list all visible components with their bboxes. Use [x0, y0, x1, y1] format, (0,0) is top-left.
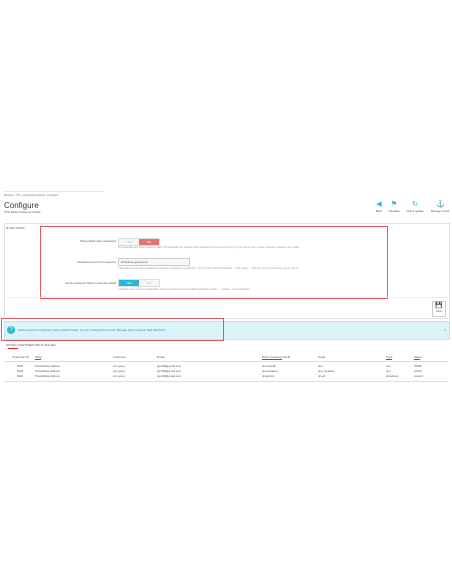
col-customer[interactable]: Customer	[113, 355, 126, 359]
breadcrumb-item-current: Configure	[47, 194, 59, 197]
move-fields-label: Move fields after password	[80, 239, 116, 243]
annotation-underline	[8, 348, 18, 349]
table-cell: 5902	[17, 364, 24, 368]
table-cell: dropd	[318, 374, 326, 378]
account-detail-label: Extra customer fields in account detail	[65, 281, 116, 285]
manage-hooks-label: Manage hooks	[430, 209, 450, 213]
header-divider	[4, 191, 104, 192]
table-cell: tgon99@gmail.com	[157, 374, 182, 378]
move-fields-help: On registration and guest checkout, plac…	[118, 246, 300, 249]
alert-highlight-box	[1, 318, 224, 341]
breadcrumb: Modules / TPC_extracustomerfields / Conf…	[4, 194, 59, 198]
page-title: Configure	[4, 201, 39, 210]
table-header-divider	[4, 361, 448, 362]
save-button[interactable]: 💾 Save	[432, 301, 446, 317]
table-cell: 5902	[17, 369, 24, 373]
table-cell: test	[318, 364, 323, 368]
account-detail-switch[interactable]: YES NO	[118, 279, 160, 287]
annotation-underline	[35, 359, 41, 360]
table-cell: test_textarea	[318, 369, 335, 373]
annotation-underline	[386, 359, 392, 360]
guest-form-selector-help: CSS selector of the guest registration c…	[118, 267, 299, 270]
table-cell: tom gong	[113, 364, 125, 368]
move-fields-switch[interactable]: YES NO	[118, 238, 160, 246]
table-cell: 22222	[414, 369, 422, 373]
table-cell: tom gong	[113, 369, 125, 373]
breadcrumb-item-module[interactable]: TPC_extracustomerfields	[16, 194, 45, 197]
col-code[interactable]: Code	[318, 355, 325, 359]
save-icon: 💾	[435, 303, 443, 309]
translate-button[interactable]: ⚑ Translate	[384, 201, 404, 213]
translate-label: Translate	[388, 209, 400, 213]
page-subtitle: TPC Extra Customer Fields	[4, 210, 41, 214]
guest-form-selector-label: Checkout guest form selector	[76, 260, 116, 264]
table-cell: PrestaShop Addons	[35, 374, 60, 378]
table-cell: 78185	[414, 364, 422, 368]
annotation-underline	[262, 359, 282, 360]
table-cell: PrestaShop Addons	[35, 364, 60, 368]
table-title: EXTRA CUSTOMER FIELD VALUES	[6, 343, 56, 347]
table-cell: text test 88	[262, 364, 276, 368]
check-update-label: Check update	[406, 209, 424, 213]
table-cell: select1	[414, 374, 423, 378]
switch-no[interactable]: NO	[139, 280, 159, 286]
table-cell: text	[386, 364, 391, 368]
table-cell: tgon99@gmail.com	[157, 364, 182, 368]
breadcrumb-item-modules[interactable]: Modules	[4, 194, 14, 197]
flag-icon: ⚑	[390, 201, 398, 208]
switch-no[interactable]: NO	[139, 239, 159, 245]
switch-yes[interactable]: YES	[119, 280, 139, 286]
annotation-underline	[414, 359, 420, 360]
table-cell: text	[386, 369, 391, 373]
table-cell: tgon99@gmail.com	[157, 369, 182, 373]
table-cell: dropdown	[262, 374, 275, 378]
panel-footer-divider	[4, 297, 448, 298]
refresh-icon: ↻	[412, 201, 418, 208]
col-email[interactable]: Email	[157, 355, 165, 359]
close-icon[interactable]: ×	[444, 327, 446, 332]
col-customer-id[interactable]: Customer ID	[12, 355, 29, 359]
guest-form-selector-input[interactable]: #checkout-guest-form	[118, 258, 190, 266]
account-detail-help: If enabled, extra customer fields will b…	[118, 288, 253, 291]
switch-yes[interactable]: YES	[119, 239, 139, 245]
table-cell: dropdown	[386, 374, 399, 378]
table-cell: test textarea	[262, 369, 278, 373]
table-bottom-divider	[4, 381, 448, 382]
settings-header: ⚙ SETTINGS	[6, 226, 25, 230]
anchor-icon: ⚓	[436, 201, 445, 208]
table-cell: PrestaShop Addons	[35, 369, 60, 373]
check-update-button[interactable]: ↻ Check update	[405, 201, 425, 213]
table-cell: 5902	[17, 374, 24, 378]
back-icon: ◀	[376, 201, 382, 208]
table-cell: tom gong	[113, 374, 125, 378]
manage-hooks-button[interactable]: ⚓ Manage hooks	[430, 201, 450, 213]
save-label: Save	[436, 310, 442, 313]
